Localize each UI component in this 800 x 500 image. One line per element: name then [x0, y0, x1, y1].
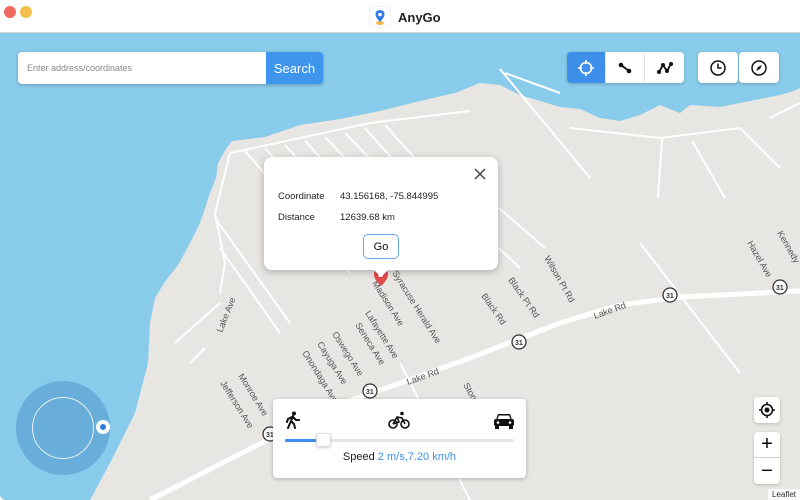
crosshair-icon	[578, 59, 594, 76]
route-shield: 31	[511, 334, 527, 350]
map-view[interactable]: Lake Rd Lake Rd Lake Ave Madison Ave Syr…	[0, 33, 800, 500]
cycling-icon[interactable]	[388, 411, 410, 429]
search-bar: Search	[18, 52, 323, 84]
multi-spot-route-icon	[656, 61, 673, 74]
speed-slider[interactable]	[285, 433, 514, 447]
address-search-input[interactable]	[18, 52, 266, 84]
go-button[interactable]: Go	[363, 234, 399, 259]
route-shield: 31	[362, 383, 378, 399]
joystick[interactable]	[16, 381, 110, 475]
distance-label: Distance	[278, 212, 315, 223]
svg-text:31: 31	[515, 340, 523, 347]
speed-value: 2 m/s,7.20 km/h	[377, 451, 457, 463]
compass-icon	[751, 59, 767, 76]
walking-icon[interactable]	[285, 411, 301, 429]
teleport-mode-button[interactable]	[567, 52, 606, 83]
car-icon[interactable]	[493, 411, 515, 431]
two-spot-mode-button[interactable]	[606, 52, 645, 83]
route-shield: 31	[662, 287, 678, 303]
speed-slider-thumb[interactable]	[316, 433, 332, 447]
svg-text:31: 31	[666, 293, 674, 300]
app-window: AnyGo Lake Rd Lake Rd Lake Ave Madison A…	[0, 0, 800, 500]
speed-label: Speed	[342, 451, 375, 463]
coordinate-value: 43.156168, -75.844995	[340, 191, 439, 202]
minimize-window-button[interactable]	[20, 6, 32, 18]
zoom-in-button[interactable]: +	[754, 432, 780, 458]
mode-toolbar	[567, 52, 684, 83]
close-icon[interactable]	[472, 166, 488, 182]
close-window-button[interactable]	[4, 6, 16, 18]
distance-value: 12639.68 km	[340, 212, 395, 223]
coordinate-label: Coordinate	[278, 191, 325, 202]
locate-button[interactable]	[754, 397, 780, 423]
window-title: AnyGo	[398, 9, 441, 25]
speed-panel: Speed 2 m/s,7.20 km/h	[273, 399, 526, 478]
svg-text:31: 31	[776, 285, 784, 292]
location-popup: Coordinate 43.156168, -75.844995 Distanc…	[264, 157, 498, 277]
joystick-knob[interactable]	[96, 420, 110, 434]
speed-readout: Speed 2 m/s,7.20 km/h	[273, 451, 526, 463]
zoom-out-button[interactable]: −	[754, 458, 780, 484]
route-shield: 31	[772, 279, 788, 295]
speed-slider-fill	[285, 439, 318, 442]
distance-row: Distance 12639.68 km	[278, 212, 395, 223]
multi-spot-mode-button[interactable]	[645, 52, 684, 83]
joystick-ring	[32, 397, 94, 459]
svg-text:31: 31	[366, 389, 374, 396]
compass-button[interactable]	[739, 52, 779, 83]
locate-icon	[759, 402, 775, 418]
two-spot-route-icon	[618, 62, 632, 73]
title-bar: AnyGo	[0, 0, 800, 33]
search-button[interactable]: Search	[266, 52, 323, 84]
coordinate-row: Coordinate 43.156168, -75.844995	[278, 191, 438, 202]
map-attribution[interactable]: Leaflet	[767, 489, 800, 500]
clock-icon	[710, 59, 726, 76]
map-pin-icon	[370, 7, 390, 27]
history-button[interactable]	[698, 52, 738, 83]
